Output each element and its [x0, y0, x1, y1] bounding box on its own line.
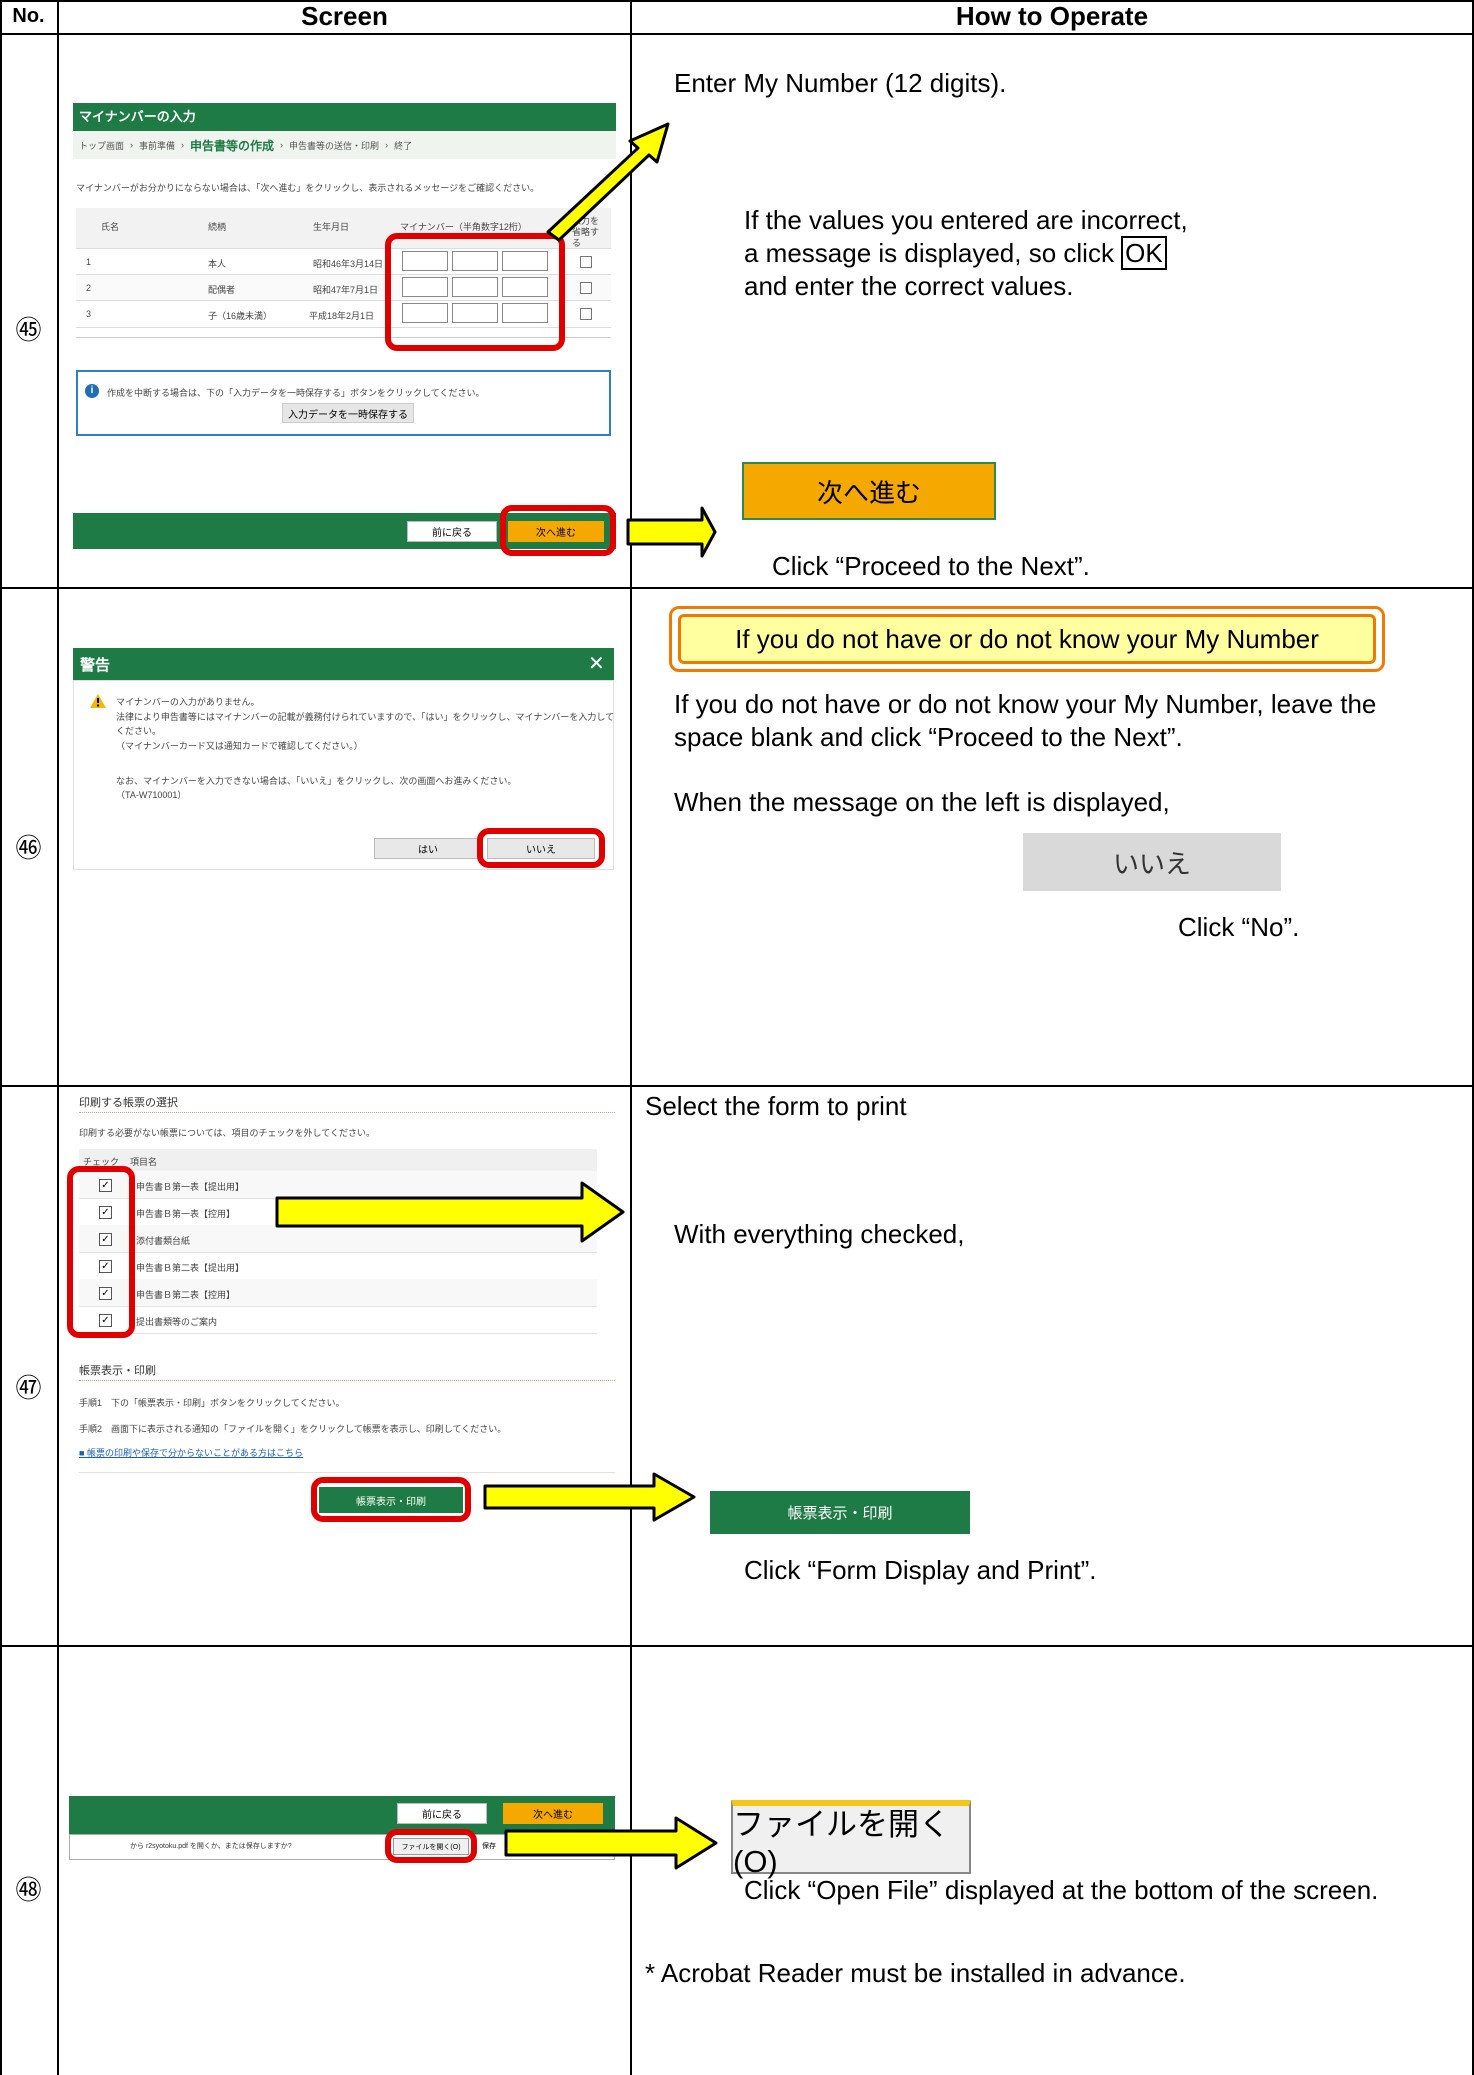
big-open-file-button[interactable]: ファイルを開く(O): [731, 1800, 971, 1879]
arrow-right-icon: [504, 1816, 718, 1870]
how-48-click: Click “Open File” displayed at the botto…: [744, 1875, 1379, 1905]
how-48-note: * Acrobat Reader must be installed in ad…: [645, 1958, 1186, 1988]
